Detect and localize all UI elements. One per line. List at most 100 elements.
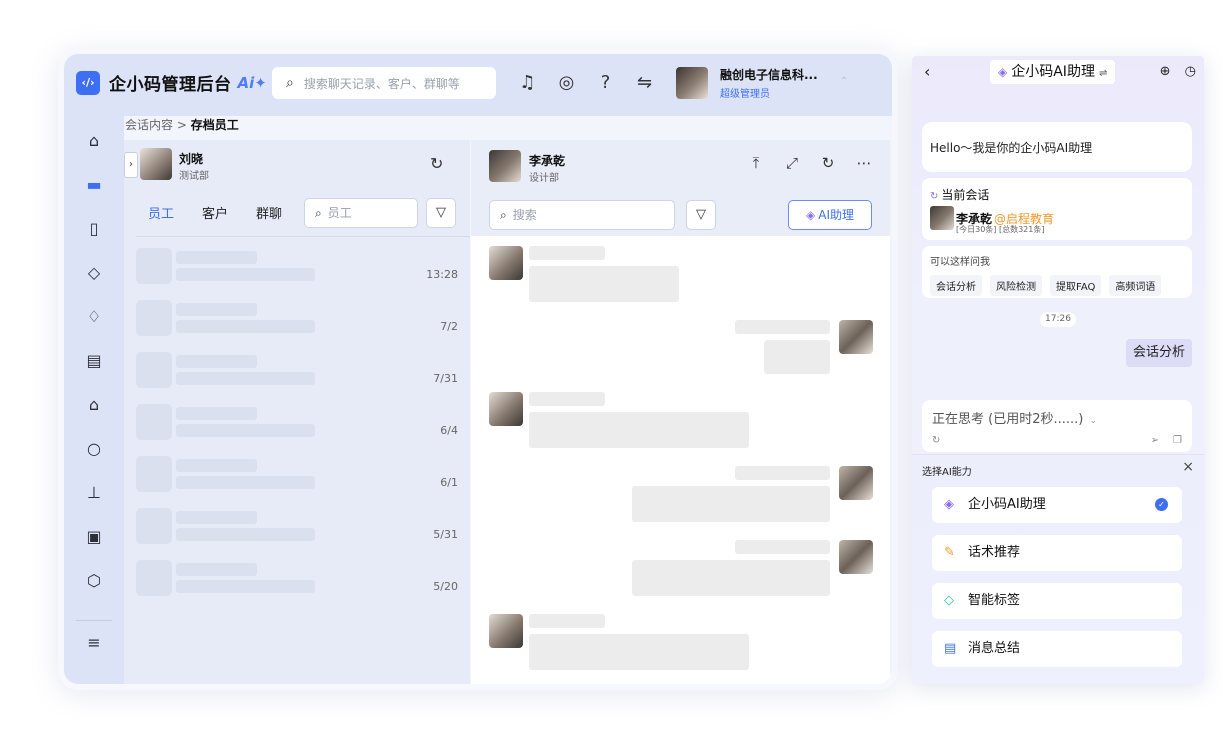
- text-placeholder: [176, 268, 315, 281]
- greeting-message: Hello～我是你的企小码AI助理: [922, 122, 1192, 172]
- chevron-down-icon[interactable]: ⌄: [1089, 416, 1097, 426]
- ai-badge[interactable]: Ai✦: [238, 74, 267, 92]
- document-user-icon[interactable]: ▤: [81, 348, 107, 374]
- message-bubble-placeholder: [632, 486, 830, 522]
- skill-label: 话术推荐: [968, 545, 1021, 560]
- top-bar: ‹/› 企小码管理后台 Ai✦ ⌕ 搜索聊天记录、客户、群聊等 ♫ ◎ ? ⇋ …: [64, 54, 892, 116]
- bell-icon[interactable]: ♫: [508, 72, 547, 93]
- chevron-up-icon[interactable]: ⌃: [840, 76, 848, 87]
- new-chat-icon[interactable]: ⊕: [1160, 64, 1171, 79]
- row-time: 5/31: [433, 528, 458, 541]
- refresh-icon[interactable]: ↻: [430, 154, 443, 173]
- user-role: 超级管理员: [720, 89, 770, 100]
- compass-icon[interactable]: ◎: [547, 72, 586, 93]
- expand-icon[interactable]: ⤢: [774, 154, 810, 172]
- chat-search-input[interactable]: ⌕ 搜索: [489, 200, 675, 230]
- skill-option-summary[interactable]: ▤ 消息总结: [932, 631, 1182, 667]
- assistant-title[interactable]: ◈ 企小码AI助理 ⇌: [990, 60, 1116, 84]
- copy-icon[interactable]: ❐: [1173, 435, 1182, 446]
- breadcrumb-separator: >: [176, 118, 187, 132]
- more-icon[interactable]: ⋯: [846, 154, 882, 172]
- skill-option-assistant[interactable]: ◈ 企小码AI助理 ✓: [932, 487, 1182, 523]
- app-title: 企小码管理后台: [109, 75, 232, 95]
- bell-user-icon[interactable]: ♢: [81, 304, 107, 330]
- back-icon[interactable]: ‹: [924, 62, 930, 81]
- chat-icon[interactable]: ○: [81, 436, 107, 462]
- chart-icon[interactable]: ⌂: [81, 392, 107, 418]
- filter-button[interactable]: ▽: [426, 198, 456, 228]
- suggestion-chip[interactable]: 提取FAQ: [1050, 275, 1102, 296]
- row-time: 6/1: [440, 476, 458, 489]
- assistant-title-text: 企小码AI助理: [1011, 64, 1095, 80]
- tab-group[interactable]: 群聊: [256, 203, 282, 222]
- list-item[interactable]: 7/31: [136, 352, 460, 390]
- filter-button[interactable]: ▽: [686, 200, 716, 230]
- book-icon[interactable]: ▯: [81, 216, 107, 242]
- global-search-placeholder: 搜索聊天记录、客户、群聊等: [303, 76, 460, 91]
- suggestion-chip[interactable]: 风险检测: [990, 275, 1042, 296]
- settings-icon[interactable]: ⬡: [81, 568, 107, 594]
- tab-employee[interactable]: 员工: [148, 203, 174, 222]
- robot-icon: ◈: [806, 208, 816, 222]
- main-window: ‹/› 企小码管理后台 Ai✦ ⌕ 搜索聊天记录、客户、群聊等 ♫ ◎ ? ⇋ …: [58, 48, 898, 690]
- regenerate-icon[interactable]: ↻: [932, 435, 940, 446]
- filter-icon: ▽: [696, 207, 706, 222]
- user-name: 融创电子信息科...: [720, 68, 818, 82]
- logo-icon: ‹/›: [76, 70, 100, 95]
- org-chart-icon[interactable]: ⊥: [81, 480, 107, 506]
- top-icon-group: ♫ ◎ ? ⇋: [508, 72, 664, 93]
- switch-icon[interactable]: ⇋: [625, 72, 664, 93]
- breadcrumb: 会话内容 > 存档员工: [124, 116, 239, 142]
- ai-button-label: AI助理: [818, 208, 854, 222]
- menu-expand-icon[interactable]: ≡: [81, 630, 107, 656]
- skill-option-tag[interactable]: ◇ 智能标签: [932, 583, 1182, 619]
- list-item[interactable]: 5/31: [136, 508, 460, 546]
- employee-search-placeholder: 员工: [327, 206, 352, 220]
- sidebar-divider: [76, 620, 112, 621]
- list-item[interactable]: 6/1: [136, 456, 460, 494]
- suggestion-chip[interactable]: 高频词语: [1109, 275, 1162, 296]
- avatar: [839, 540, 873, 574]
- avatar: [489, 392, 523, 426]
- current-session-card: ↻ 当前会话 李承乾 @启程教育 [今日30条] [总数321条]: [922, 178, 1192, 240]
- ai-assistant-panel: ‹ ◈ 企小码AI助理 ⇌ ⊕ ◷ Hello～我是你的企小码AI助理 ↻ 当前会话 …: [912, 56, 1204, 684]
- history-icon[interactable]: ◷: [1185, 64, 1196, 79]
- tab-customer[interactable]: 客户: [202, 203, 228, 222]
- switch-icon: ⇌: [1098, 68, 1108, 79]
- suggestion-chip[interactable]: 会话分析: [930, 275, 982, 296]
- message-bubble-placeholder: [529, 266, 679, 302]
- employee-name: 刘晓: [179, 152, 204, 166]
- expand-toggle[interactable]: ›: [124, 152, 138, 178]
- skill-option-script[interactable]: ✎ 话术推荐: [932, 535, 1182, 571]
- building-icon[interactable]: ⌂: [81, 128, 107, 154]
- close-icon[interactable]: ×: [1182, 459, 1194, 475]
- row-time: 5/20: [433, 580, 458, 593]
- folder-icon[interactable]: ▬: [81, 172, 107, 198]
- pen-icon: ✎: [944, 545, 955, 560]
- ai-skill-selector: 选择AI能力 × ◈ 企小码AI助理 ✓ ✎ 话术推荐 ◇ 智能标签 ▤ 消息总…: [912, 454, 1204, 684]
- avatar-placeholder: [136, 352, 172, 388]
- shield-check-icon[interactable]: ◇: [81, 260, 107, 286]
- global-search-input[interactable]: ⌕ 搜索聊天记录、客户、群聊等: [272, 67, 496, 99]
- text-placeholder: [176, 372, 315, 385]
- employee-search-input[interactable]: ⌕ 员工: [304, 198, 418, 228]
- avatar-placeholder: [136, 300, 172, 336]
- text-placeholder: [176, 407, 257, 420]
- avatar-placeholder: [136, 248, 172, 284]
- send-icon[interactable]: ➢: [1151, 435, 1159, 446]
- message-sender-placeholder: [529, 246, 605, 260]
- ai-assistant-button[interactable]: ◈ AI助理: [788, 200, 872, 230]
- pin-top-icon[interactable]: ⤒: [738, 154, 774, 172]
- message-time: 17:26: [1040, 312, 1076, 327]
- list-item[interactable]: 5/20: [136, 560, 460, 598]
- user-menu[interactable]: 融创电子信息科... 超级管理员 ⌃: [676, 66, 848, 100]
- refresh-icon[interactable]: ↻: [810, 154, 846, 172]
- list-item[interactable]: 13:28: [136, 248, 460, 286]
- avatar-placeholder: [136, 404, 172, 440]
- message-footer: ↻ ❐ ➢: [932, 435, 1182, 446]
- list-item[interactable]: 7/2: [136, 300, 460, 338]
- help-icon[interactable]: ?: [586, 72, 625, 93]
- list-item[interactable]: 6/4: [136, 404, 460, 442]
- breadcrumb-parent[interactable]: 会话内容: [125, 118, 173, 132]
- file-lock-icon[interactable]: ▣: [81, 524, 107, 550]
